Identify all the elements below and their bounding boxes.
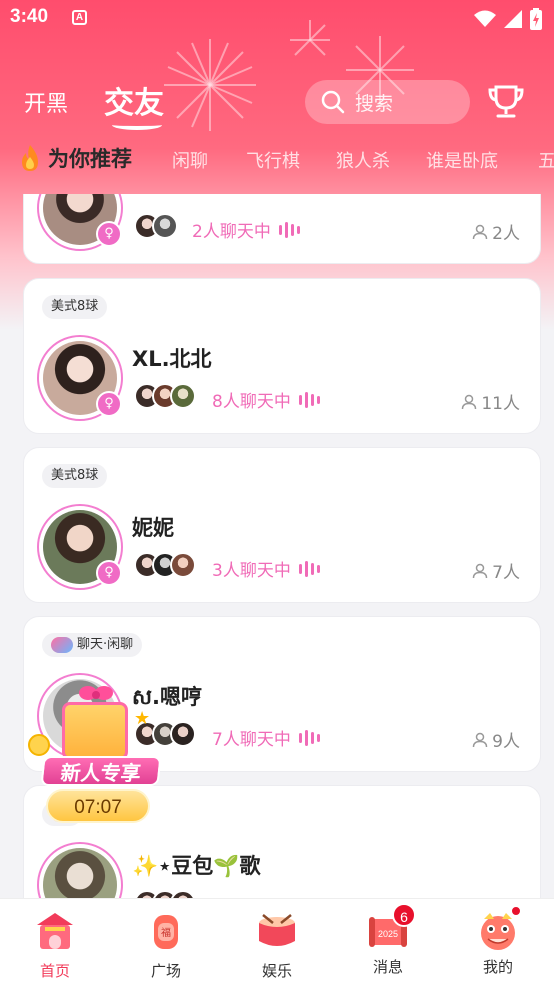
sound-wave-icon: [278, 221, 300, 238]
category-tab-feixingqi[interactable]: 飞行棋: [246, 147, 300, 173]
person-icon: [472, 563, 488, 578]
wifi-icon: [474, 10, 496, 27]
chat-bubble-icon: [51, 637, 73, 653]
nav-square[interactable]: 福 广场: [126, 909, 206, 981]
profile-notification-dot: [510, 905, 522, 917]
active-tab-indicator: [112, 120, 162, 130]
avatar: [170, 890, 196, 898]
search-placeholder: 搜索: [355, 92, 394, 115]
sound-wave-icon: [298, 729, 320, 746]
fire-icon: [22, 145, 38, 171]
room-name: XL.北北: [132, 347, 212, 371]
avatar: [152, 213, 178, 239]
promo-label: 新人专享: [40, 756, 162, 786]
home-gate-icon: [37, 913, 73, 949]
signal-icon: [504, 10, 522, 28]
new-user-promo[interactable]: ★ 新人专享 07:07: [28, 676, 162, 826]
status-indicators: [474, 8, 542, 30]
female-gender-icon: ♀: [96, 391, 122, 417]
category-tabs: 为你推荐 闲聊 飞行棋 狼人杀 谁是卧底 五: [0, 140, 554, 180]
member-avatars: [134, 552, 196, 578]
room-tag-text: 聊天·闲聊: [77, 637, 134, 652]
tab-jiaoyou[interactable]: 交友: [104, 78, 164, 122]
category-tab-more[interactable]: 五: [538, 147, 554, 173]
nav-home[interactable]: 首页: [15, 909, 95, 981]
chatting-count: 7人聊天中: [212, 730, 291, 750]
status-bar: 3:40 A: [0, 0, 554, 38]
nav-messages[interactable]: 2025 6 消息: [348, 903, 428, 977]
member-avatars: [134, 213, 178, 239]
people-count: 7人: [472, 558, 520, 583]
nav-messages-label: 消息: [372, 958, 403, 976]
room-card[interactable]: 美式8球 ♀ XL.北北 8人聊天中 11人: [23, 278, 541, 434]
chatting-count: 8人聊天中: [212, 392, 291, 412]
bottom-navigation: 首页 福 广场 娱乐 2025 6 消息 我的: [0, 898, 554, 985]
room-tag: 美式8球: [42, 295, 108, 319]
member-avatars: [134, 890, 196, 898]
people-count: 9人: [472, 727, 520, 752]
search-icon: [321, 90, 345, 114]
chatting-status: 8人聊天中: [212, 387, 320, 412]
avatar: [170, 383, 196, 409]
people-count-text: 11人: [481, 394, 520, 414]
nav-entertainment[interactable]: 娱乐: [237, 909, 317, 981]
room-tag: 聊天·闲聊: [42, 633, 143, 657]
chatting-count: 2人聊天中: [192, 222, 271, 242]
calendar-year: 2025: [378, 929, 398, 939]
app-notification-icon: A: [72, 10, 87, 25]
nav-profile-label: 我的: [482, 958, 513, 976]
nav-home-label: 首页: [39, 962, 70, 980]
nav-square-label: 广场: [150, 962, 181, 980]
people-count-text: 2人: [492, 224, 520, 244]
room-avatar: [37, 842, 123, 898]
category-tab-shuishiwodi[interactable]: 谁是卧底: [426, 147, 498, 173]
messages-icon-wrap: 2025 6: [366, 903, 416, 953]
sound-wave-icon: [298, 560, 320, 577]
avatar: [170, 552, 196, 578]
nav-entertainment-label: 娱乐: [261, 962, 292, 980]
category-tab-recommended[interactable]: 为你推荐: [18, 143, 132, 173]
female-gender-icon: ♀: [96, 560, 122, 586]
lantern-icon: 福: [154, 915, 178, 949]
star-icon: ★: [134, 708, 151, 729]
search-box[interactable]: 搜索: [305, 80, 470, 124]
room-tag: 美式8球: [42, 464, 108, 488]
category-tab-xianliao[interactable]: 闲聊: [172, 147, 208, 173]
people-count: 11人: [461, 389, 520, 414]
gift-box-icon: [62, 702, 128, 760]
member-avatars: [134, 383, 196, 409]
profile-icon-wrap: [476, 905, 522, 953]
chatting-status: 3人聊天中: [212, 556, 320, 581]
female-gender-icon: ♀: [96, 221, 122, 247]
messages-badge: 6: [392, 903, 416, 927]
chatting-status: 2人聊天中: [192, 217, 300, 242]
person-icon: [472, 732, 488, 747]
promo-countdown: 07:07: [46, 789, 150, 823]
room-name: 妮妮: [132, 516, 174, 540]
people-count-text: 9人: [492, 732, 520, 752]
sound-wave-icon: [298, 391, 320, 408]
tab-kaihei[interactable]: 开黑: [24, 86, 68, 118]
drum-icon: [259, 914, 295, 946]
category-active-label: 为你推荐: [48, 147, 132, 171]
person-icon: [462, 394, 477, 409]
status-time: 3:40: [10, 6, 49, 27]
chatting-status: 7人聊天中: [212, 725, 320, 750]
chatting-count: 3人聊天中: [212, 561, 291, 581]
avatar: [170, 721, 196, 747]
people-count: 2人: [472, 219, 520, 244]
trophy-icon[interactable]: [486, 82, 526, 122]
room-card[interactable]: ♀ 2人聊天中 2人: [23, 194, 541, 264]
people-count-text: 7人: [492, 563, 520, 583]
battery-icon: [530, 8, 542, 30]
room-name: ✨⋆豆包🌱歌: [132, 854, 261, 878]
category-tab-langrensha[interactable]: 狼人杀: [336, 147, 390, 173]
coin-icon: [28, 734, 50, 756]
top-navigation: 开黑 交友 搜索: [0, 70, 554, 134]
person-icon: [472, 224, 488, 239]
svg-text:福: 福: [161, 926, 171, 939]
nav-profile[interactable]: 我的: [458, 905, 538, 977]
room-card[interactable]: 美式8球 ♀ 妮妮 3人聊天中 7人: [23, 447, 541, 603]
